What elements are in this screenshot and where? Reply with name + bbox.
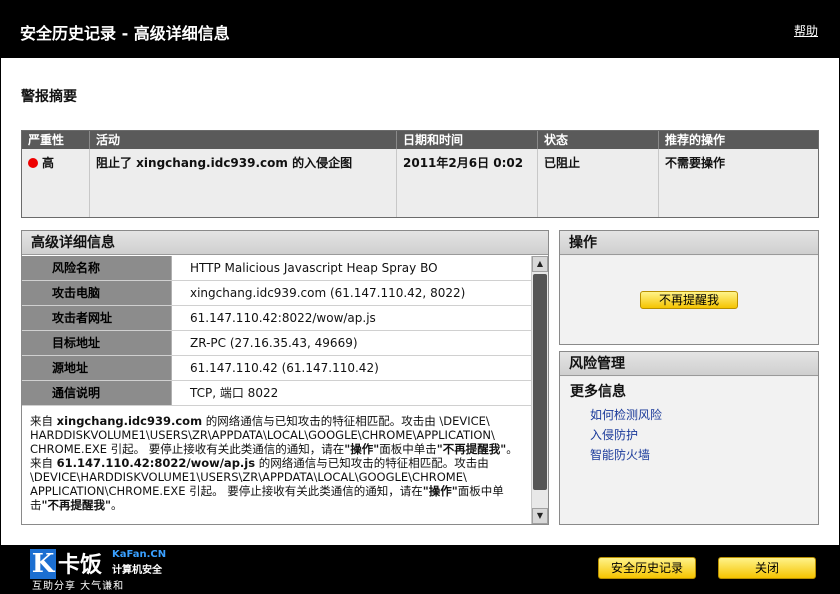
dont-remind-me-button[interactable]: 不再提醒我 <box>640 291 738 309</box>
close-button[interactable]: 关闭 <box>718 557 816 579</box>
severity-cell: 高 <box>22 149 90 217</box>
description-text: 来自 <box>30 414 57 428</box>
status-cell: 已阻止 <box>538 149 659 217</box>
detail-value: TCP, 端口 8022 <box>190 386 279 400</box>
action-cell: 不需要操作 <box>665 156 726 170</box>
link-smart-firewall[interactable]: 智能防火墙 <box>570 445 808 465</box>
col-status[interactable]: 状态 <box>538 131 659 149</box>
description-bold: "操作" <box>422 484 458 498</box>
detail-key: 目标地址 <box>22 331 172 355</box>
detail-row-risk-name: 风险名称 HTTP Malicious Javascript Heap Spra… <box>22 256 532 281</box>
description-bold: "不再提醒我" <box>436 442 507 456</box>
detail-key: 攻击者网址 <box>22 306 172 330</box>
severity-value: 高 <box>42 156 55 170</box>
description-text: 面板中单击 <box>379 442 437 456</box>
advanced-details-heading: 高级详细信息 <box>22 231 548 255</box>
alert-table-header: 严重性 活动 日期和时间 状态 推荐的操作 <box>22 131 818 149</box>
detail-key: 风险名称 <box>22 256 172 280</box>
datetime-cell: 2011年2月6日 0:02 <box>397 149 538 217</box>
col-activity[interactable]: 活动 <box>90 131 397 149</box>
risk-management-panel: 风险管理 更多信息 如何检测风险 入侵防护 智能防火墙 <box>559 351 819 525</box>
detail-value: xingchang.idc939.com (61.147.110.42, 802… <box>190 286 466 300</box>
details-scrollbar[interactable]: ▲ ▼ <box>531 256 548 524</box>
scroll-down-arrow-icon[interactable]: ▼ <box>532 508 548 524</box>
kafan-logo: K 卡饭 KaFan.CN 计算机安全 互助分享 大气谦和 <box>30 547 180 592</box>
description-bold: xingchang.idc939.com <box>56 414 203 428</box>
description-bold: "不再提醒我" <box>41 498 111 512</box>
main-content: 警报摘要 严重性 活动 日期和时间 状态 推荐的操作 高 阻止了 xingcha… <box>1 58 839 545</box>
advanced-details-panel: 高级详细信息 风险名称 HTTP Malicious Javascript He… <box>21 230 549 525</box>
severity-high-icon <box>28 158 38 168</box>
detail-key: 源地址 <box>22 356 172 380</box>
detail-row-attacking-computer: 攻击电脑 xingchang.idc939.com (61.147.110.42… <box>22 281 532 306</box>
detail-key: 攻击电脑 <box>22 281 172 305</box>
description-bold: "操作" <box>344 442 380 456</box>
logo-name: 卡饭 <box>58 553 103 578</box>
alert-summary-table: 严重性 活动 日期和时间 状态 推荐的操作 高 阻止了 xingchang.id… <box>21 130 819 218</box>
risk-management-heading: 风险管理 <box>560 352 818 376</box>
detail-value: 61.147.110.42 (61.147.110.42) <box>190 361 379 375</box>
help-link[interactable]: 帮助 <box>794 22 818 39</box>
logo-subtitle: 计算机安全 <box>112 565 162 576</box>
details-scroll-area[interactable]: 风险名称 HTTP Malicious Javascript Heap Spra… <box>22 256 532 524</box>
link-how-to-detect-risk[interactable]: 如何检测风险 <box>570 405 808 425</box>
detail-row-attacker-url: 攻击者网址 61.147.110.42:8022/wow/ap.js <box>22 306 532 331</box>
detail-value: HTTP Malicious Javascript Heap Spray BO <box>190 261 438 275</box>
activity-cell: 阻止了 xingchang.idc939.com 的入侵企图 <box>90 149 397 217</box>
security-history-button[interactable]: 安全历史记录 <box>598 557 696 579</box>
details-description: 来自 xingchang.idc939.com 的网络通信与已知攻击的特征相匹配… <box>22 406 532 512</box>
operations-body: 不再提醒我 <box>560 256 818 344</box>
logo-tagline: 互助分享 大气谦和 <box>32 581 125 592</box>
link-intrusion-prevention[interactable]: 入侵防护 <box>570 425 808 445</box>
detail-row-traffic-description: 通信说明 TCP, 端口 8022 <box>22 381 532 406</box>
footer-bar: K 卡饭 KaFan.CN 计算机安全 互助分享 大气谦和 安全历史记录 关闭 <box>0 545 840 594</box>
more-info-heading: 更多信息 <box>570 384 626 400</box>
detail-row-target-address: 目标地址 ZR-PC (27.16.35.43, 49669) <box>22 331 532 356</box>
col-datetime[interactable]: 日期和时间 <box>397 131 538 149</box>
description-bold: 61.147.110.42:8022/wow/ap.js <box>56 456 256 470</box>
detail-value: 61.147.110.42:8022/wow/ap.js <box>190 311 376 325</box>
operations-heading: 操作 <box>560 231 818 255</box>
scrollbar-thumb[interactable] <box>533 274 547 490</box>
description-text: 。 <box>110 498 123 512</box>
logo-k-icon: K <box>30 549 56 579</box>
detail-value: ZR-PC (27.16.35.43, 49669) <box>190 336 358 350</box>
col-severity[interactable]: 严重性 <box>22 131 90 149</box>
detail-key: 通信说明 <box>22 381 172 405</box>
title-bar: 安全历史记录 - 高级详细信息 帮助 <box>0 0 840 58</box>
alert-summary-heading: 警报摘要 <box>21 89 77 105</box>
table-row[interactable]: 高 阻止了 xingchang.idc939.com 的入侵企图 2011年2月… <box>22 149 818 217</box>
col-recommended-action[interactable]: 推荐的操作 <box>659 131 818 149</box>
risk-management-body: 更多信息 如何检测风险 入侵防护 智能防火墙 <box>560 377 818 524</box>
detail-row-source-address: 源地址 61.147.110.42 (61.147.110.42) <box>22 356 532 381</box>
scroll-up-arrow-icon[interactable]: ▲ <box>532 256 548 272</box>
operations-panel: 操作 不再提醒我 <box>559 230 819 345</box>
window-title: 安全历史记录 - 高级详细信息 <box>20 24 230 43</box>
logo-site: KaFan.CN <box>112 549 167 560</box>
